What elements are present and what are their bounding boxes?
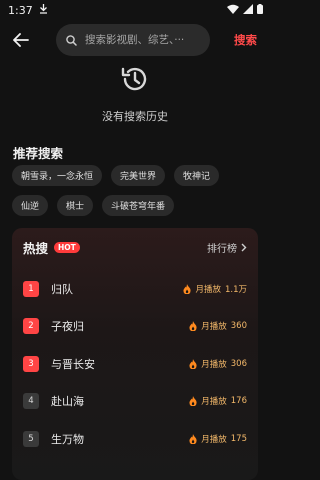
play-count: 306 (230, 358, 247, 369)
back-button[interactable] (10, 30, 32, 50)
play-info: 月播放 176 (189, 395, 247, 407)
back-arrow-icon (13, 33, 29, 47)
flame-icon (183, 283, 191, 294)
hot-list-item[interactable]: 3 与晋长安 月播放 306 (23, 345, 247, 383)
search-submit-button[interactable]: 搜索 (234, 32, 257, 48)
rank-number: 5 (23, 430, 39, 447)
status-right (227, 3, 263, 17)
signal-icon (243, 3, 253, 17)
play-count: 1.1万 (224, 284, 247, 295)
hot-item-name: 与晋长安 (51, 357, 95, 371)
play-label: 月播放 (201, 322, 227, 333)
ranking-link[interactable]: 排行榜 (207, 240, 247, 255)
hot-search-card: 热搜 HOT 排行榜 1 归队 月播放 1.1万 2 子夜归 月播放 360 3… (12, 228, 258, 480)
hot-list-item[interactable]: 5 生万物 月播放 175 (23, 420, 247, 458)
hot-list-item[interactable]: 4 赴山海 月播放 176 (23, 383, 247, 421)
status-left: 1:37 (8, 3, 48, 17)
play-label: 月播放 (195, 284, 221, 295)
hot-item-name: 子夜归 (51, 320, 84, 334)
chevron-right-icon (241, 243, 247, 251)
wifi-icon (227, 4, 239, 17)
hot-title: 热搜 (23, 240, 49, 256)
search-header: 搜索 (0, 24, 270, 56)
recommend-tags: 朝雪录，一念永恒 完美世界 牧神记 仙逆 棋士 斗破苍穹年番 (12, 165, 262, 216)
search-history-empty: 没有搜索历史 (0, 64, 270, 124)
rank-number: 4 (23, 393, 39, 410)
status-time: 1:37 (8, 3, 33, 17)
search-icon (66, 31, 77, 50)
hot-item-name: 归队 (51, 282, 73, 296)
flame-icon (189, 321, 197, 332)
hot-list-item[interactable]: 2 子夜归 月播放 360 (23, 308, 247, 346)
play-info: 月播放 1.1万 (183, 283, 247, 295)
play-count: 175 (230, 433, 247, 444)
status-bar: 1:37 (0, 0, 270, 20)
flame-icon (189, 396, 197, 407)
hot-badge: HOT (54, 241, 80, 253)
rank-number: 3 (23, 355, 39, 372)
hot-header: 热搜 HOT 排行榜 (23, 238, 247, 256)
ranking-link-label: 排行榜 (207, 243, 237, 255)
recommend-tag[interactable]: 牧神记 (174, 165, 220, 186)
battery-icon (257, 3, 263, 17)
recommend-tag[interactable]: 仙逆 (12, 195, 49, 216)
flame-icon (189, 433, 197, 444)
recommend-tag[interactable]: 斗破苍穹年番 (102, 195, 175, 216)
play-label: 月播放 (201, 397, 227, 408)
search-input[interactable] (85, 34, 203, 46)
hot-item-name: 赴山海 (51, 395, 84, 409)
history-empty-label: 没有搜索历史 (102, 110, 168, 123)
recommend-tag[interactable]: 朝雪录，一念永恒 (12, 165, 103, 186)
hot-item-name: 生万物 (51, 432, 84, 446)
rank-number: 1 (23, 280, 39, 297)
play-label: 月播放 (201, 359, 227, 370)
search-box[interactable] (56, 24, 210, 56)
recommend-tag[interactable]: 完美世界 (111, 165, 166, 186)
flame-icon (189, 358, 197, 369)
play-info: 月播放 306 (189, 358, 247, 370)
recommend-title: 推荐搜索 (13, 146, 64, 161)
hot-list: 1 归队 月播放 1.1万 2 子夜归 月播放 360 3 与晋长安 月播放 3 (23, 270, 247, 458)
history-icon (120, 64, 150, 94)
hot-title-wrap: 热搜 HOT (23, 238, 80, 257)
recommend-tag[interactable]: 棋士 (57, 195, 94, 216)
play-label: 月播放 (201, 434, 227, 445)
play-info: 月播放 360 (189, 320, 247, 332)
download-icon (39, 3, 48, 17)
hot-list-item[interactable]: 1 归队 月播放 1.1万 (23, 270, 247, 308)
rank-number: 2 (23, 318, 39, 335)
play-info: 月播放 175 (189, 433, 247, 445)
play-count: 360 (230, 321, 247, 332)
play-count: 176 (230, 396, 247, 407)
